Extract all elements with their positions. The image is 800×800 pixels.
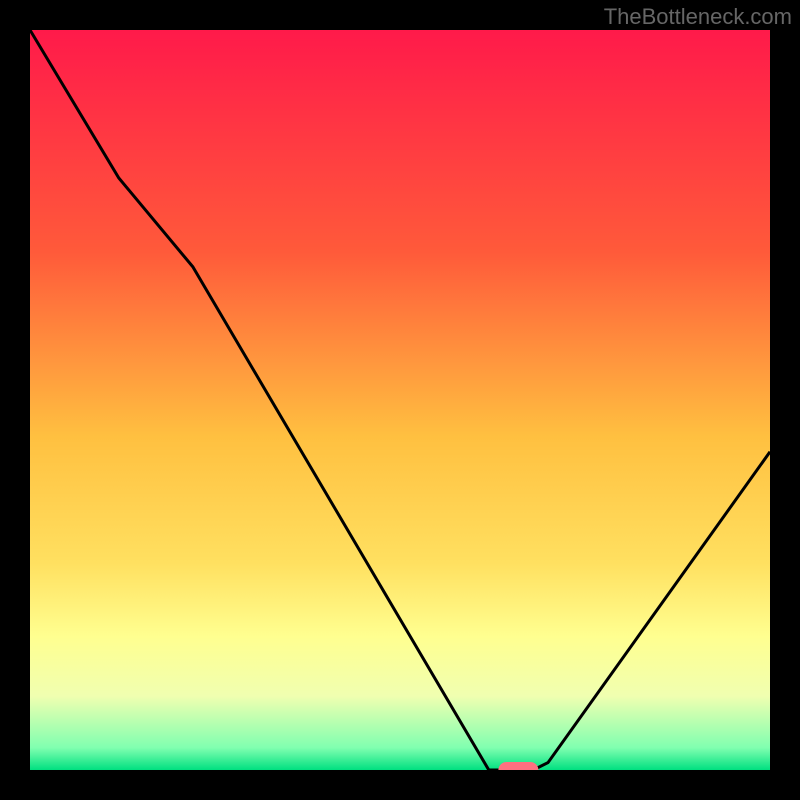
chart-svg (30, 30, 770, 770)
bottleneck-chart (30, 30, 770, 770)
watermark-text: TheBottleneck.com (604, 4, 792, 30)
gradient-background (30, 30, 770, 770)
optimal-marker (498, 762, 538, 770)
